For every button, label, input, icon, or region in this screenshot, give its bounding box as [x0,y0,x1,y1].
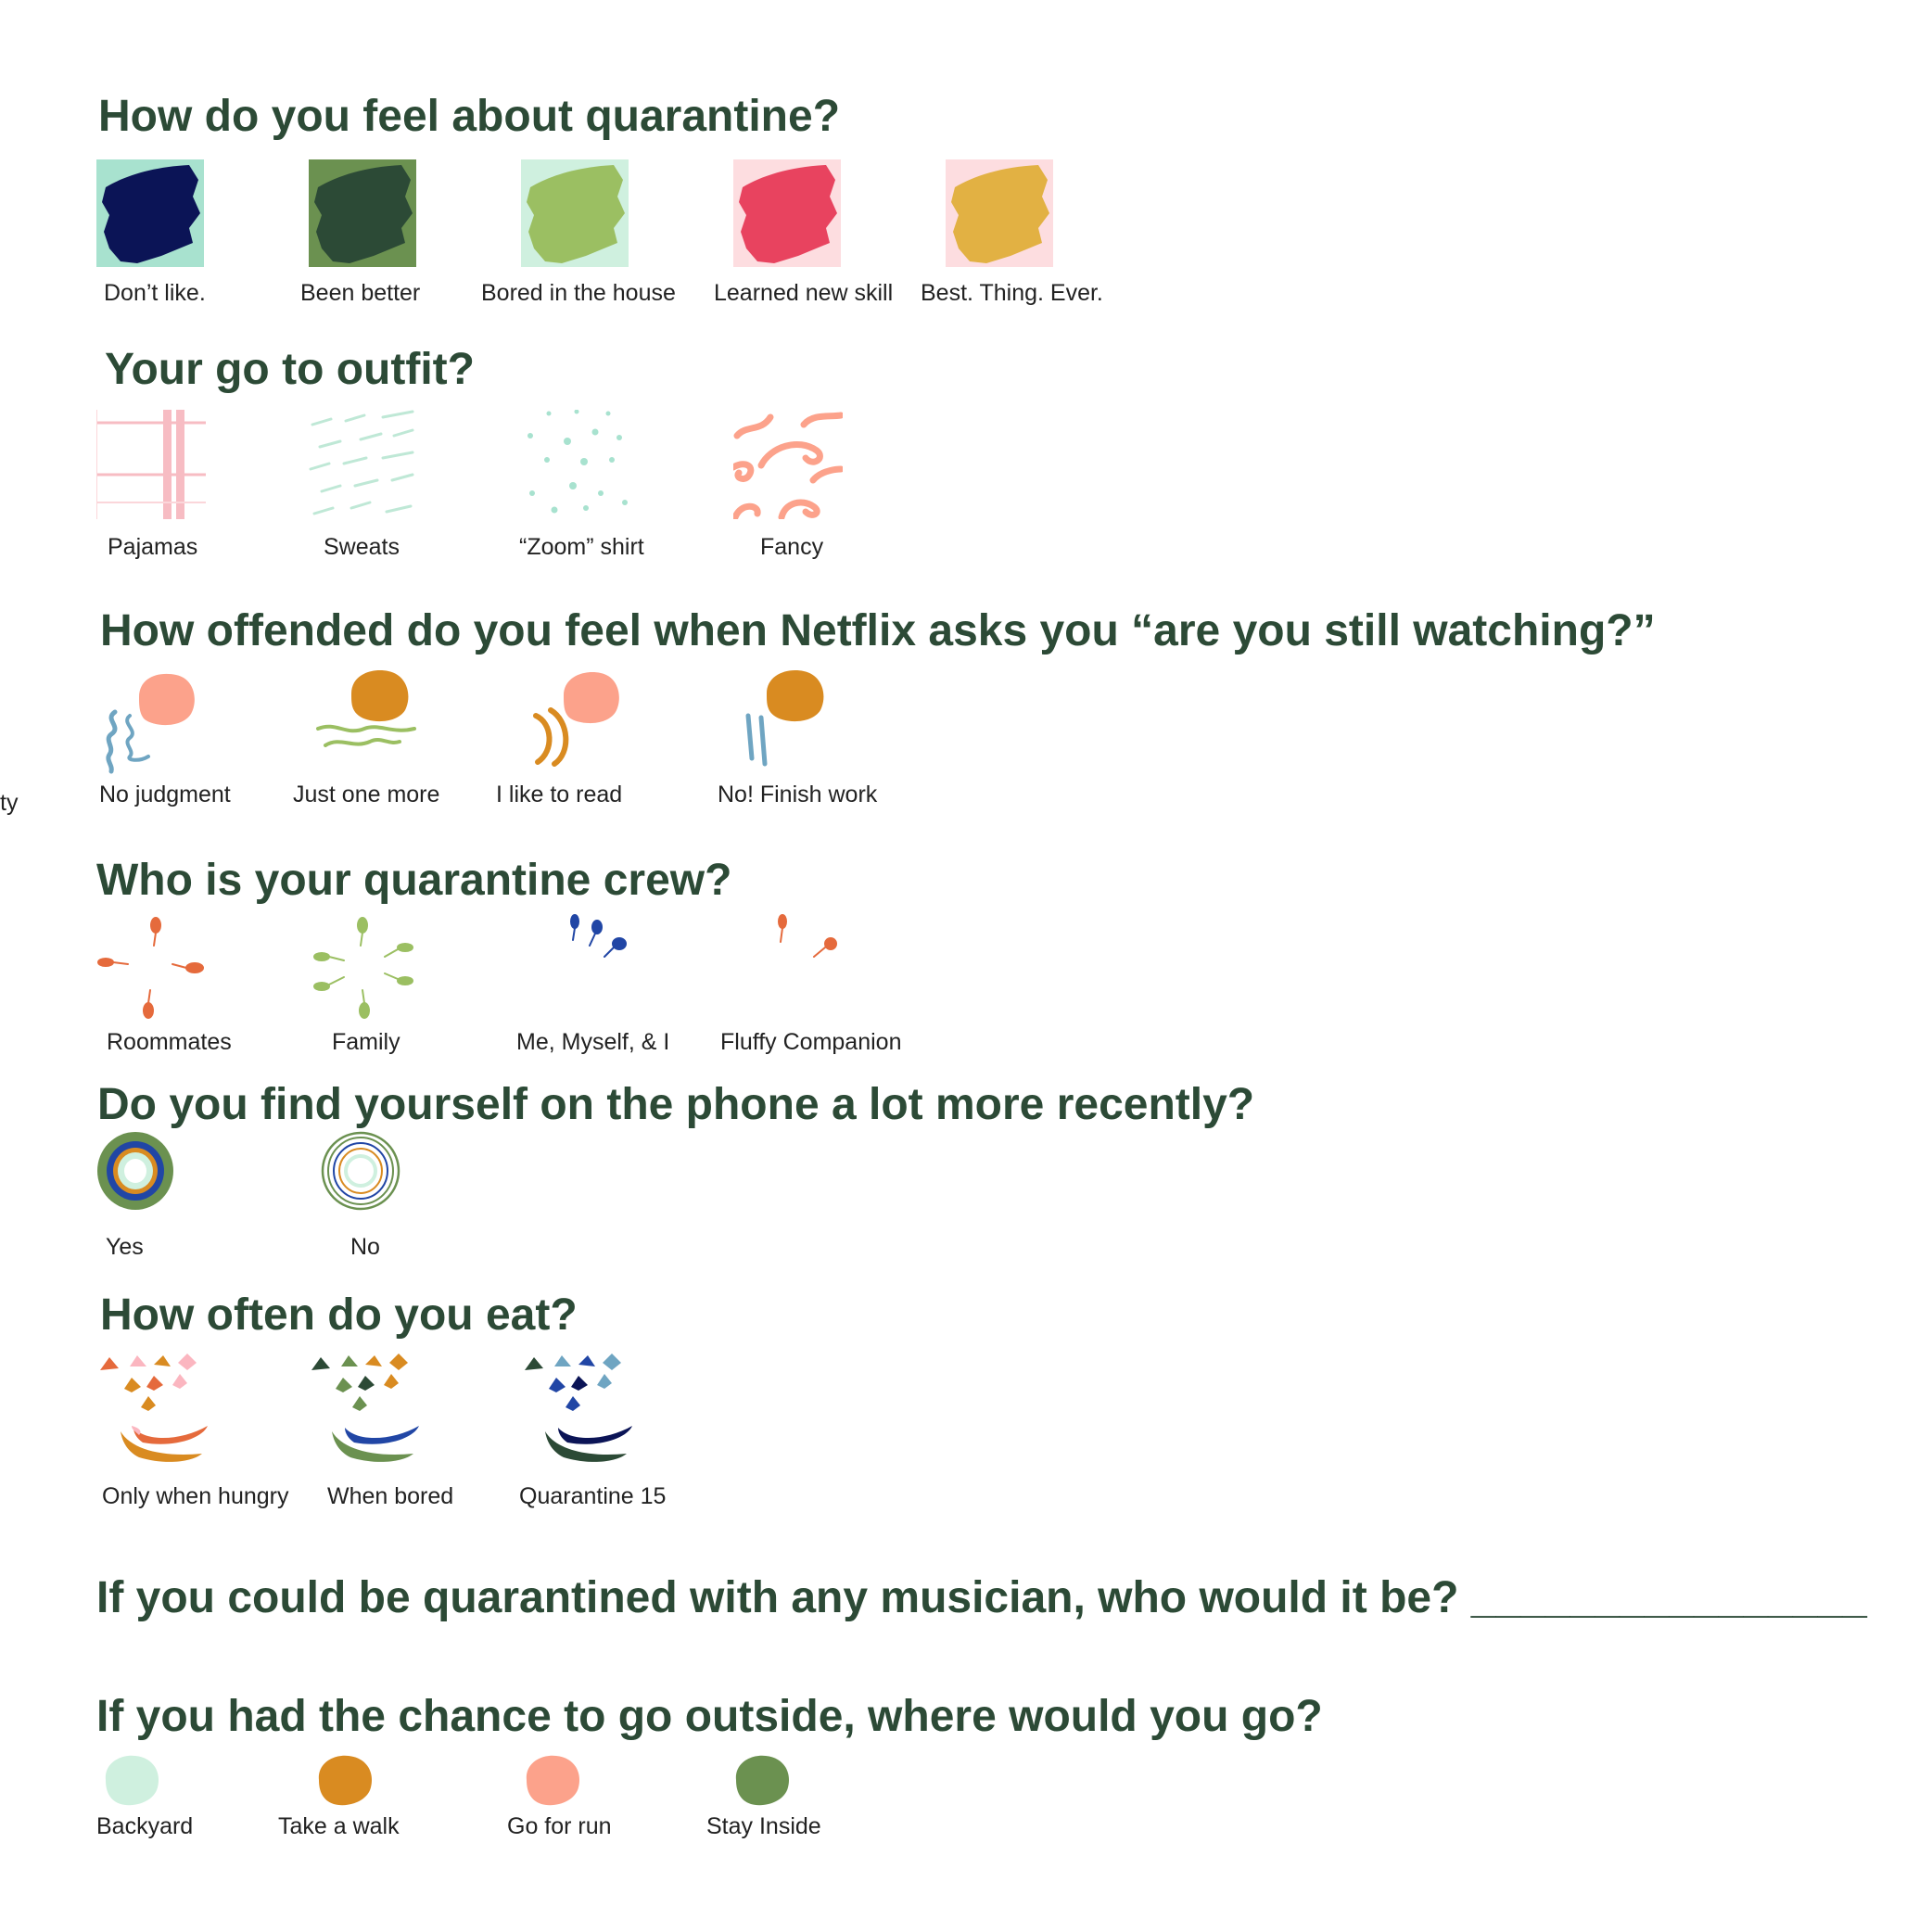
three-petal-icon[interactable] [560,912,634,968]
option-label: Pajamas [108,534,198,560]
option-label: Go for run [507,1813,612,1839]
question-phone-use: Do you find yourself on the phone a lot … [97,1080,1255,1129]
navy-brush-stroke-icon[interactable] [96,159,204,267]
question-quarantine-crew: Who is your quarantine crew? [96,856,732,905]
question-musician-fill-in[interactable]: If you could be quarantined with any mus… [96,1572,1867,1623]
salmon-blob-icon[interactable] [523,1754,582,1808]
option-label: “Zoom” shirt [519,534,644,560]
option-label: I like to read [496,782,623,807]
plaid-pattern-icon[interactable] [96,410,206,519]
option-label: Quarantine 15 [519,1483,667,1509]
option-label: Sweats [324,534,400,560]
cut-off-text: ty [0,790,19,816]
option-label: Bored in the house [481,280,676,306]
option-label: Stay Inside [706,1813,821,1839]
option-label: Fluffy Companion [720,1029,902,1055]
question-go-to-outfit: Your go to outfit? [105,345,475,394]
olive-blob-icon[interactable] [732,1754,792,1808]
thin-rings-icon[interactable] [321,1131,400,1211]
option-label: Yes [106,1234,144,1260]
orange-blob-wavy-lines-icon[interactable] [314,667,416,760]
option-label: Backyard [96,1813,194,1839]
mint-blob-icon[interactable] [102,1754,161,1808]
salmon-blob-arcs-icon[interactable] [527,667,629,769]
thick-rings-icon[interactable] [96,1131,174,1211]
salmon-blob-wavy-lines-icon[interactable] [102,667,204,781]
option-label: No judgment [99,782,231,807]
option-label: Been better [300,280,421,306]
swirl-pattern-icon[interactable] [733,410,843,519]
orange-blob-icon[interactable] [315,1754,375,1808]
option-label: Learned new skill [714,280,894,306]
green-smiley-face-icon[interactable] [310,1354,423,1468]
six-petal-sparkle-icon[interactable] [309,916,420,1022]
warm-smiley-face-icon[interactable] [98,1354,211,1468]
dash-pattern-icon[interactable] [309,410,418,519]
option-label: Don’t like. [104,280,206,306]
question-netflix-still-watching: How offended do you feel when Netflix as… [100,606,1656,655]
four-petal-sparkle-icon[interactable] [96,916,208,1022]
red-brush-stroke-icon[interactable] [733,159,841,267]
option-label: Best. Thing. Ever. [921,280,1103,306]
option-label: Fancy [760,534,824,560]
dot-pattern-icon[interactable] [521,410,630,519]
option-label: Take a walk [278,1813,400,1839]
question-go-outside: If you had the chance to go outside, whe… [96,1692,1323,1741]
orange-blob-straight-lines-icon[interactable] [739,667,841,769]
lime-brush-stroke-icon[interactable] [521,159,629,267]
mustard-brush-stroke-icon[interactable] [946,159,1053,267]
option-label: Family [332,1029,400,1055]
blue-smiley-face-icon[interactable] [523,1354,636,1468]
option-label: Me, Myself, & I [516,1029,670,1055]
two-petal-icon[interactable] [769,912,844,968]
option-label: Roommates [107,1029,232,1055]
option-label: Just one more [293,782,440,807]
option-label: No [350,1234,380,1260]
question-feel-about-quarantine: How do you feel about quarantine? [98,92,841,141]
option-label: Only when hungry [102,1483,289,1509]
option-label: When bored [327,1483,454,1509]
dark-green-brush-stroke-icon[interactable] [309,159,416,267]
question-how-often-eat: How often do you eat? [100,1290,578,1340]
option-label: No! Finish work [718,782,878,807]
